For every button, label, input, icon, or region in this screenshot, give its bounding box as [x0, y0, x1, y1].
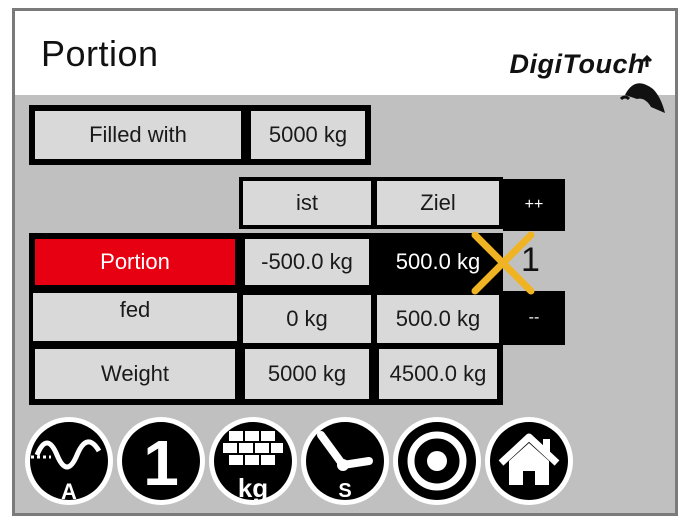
- hand-touch-icon: [619, 55, 665, 113]
- decrease-button[interactable]: --: [503, 291, 565, 345]
- increase-button[interactable]: ++: [503, 179, 565, 231]
- row-weight-ziel: 4500.0 kg: [373, 343, 503, 405]
- row-fed-label-text: fed: [119, 297, 151, 322]
- page-title: Portion: [41, 33, 159, 74]
- col-header-ziel: Ziel: [373, 177, 503, 229]
- weight-bales-icon[interactable]: kg: [207, 415, 299, 507]
- bottom-icon-bar: A 1 kg S: [23, 415, 583, 511]
- curve-mode-icon[interactable]: A: [23, 415, 115, 507]
- row-portion-label[interactable]: Portion: [29, 233, 241, 291]
- filled-with-value[interactable]: 5000 kg: [245, 105, 371, 165]
- hmi-screen: Portion DigiTouch Filled with 5000 kg is…: [12, 8, 678, 516]
- row-portion-ist: -500.0 kg: [239, 233, 375, 291]
- row-fed-ziel-text: 500.0 kg: [395, 306, 481, 331]
- target-icon[interactable]: [391, 415, 483, 507]
- col-header-ist-text: ist: [296, 190, 318, 215]
- program-one-number: 1: [143, 427, 179, 499]
- row-fed-ist-text: 0 kg: [286, 306, 328, 331]
- row-weight-ist: 5000 kg: [239, 343, 375, 405]
- row-fed-ziel: 500.0 kg: [373, 291, 503, 347]
- program-one-icon[interactable]: 1: [115, 415, 207, 507]
- row-fed-label: fed: [29, 289, 241, 345]
- header: Portion DigiTouch: [15, 11, 675, 113]
- digitouch-logo: DigiTouch: [467, 37, 667, 117]
- col-header-ist: ist: [239, 177, 375, 229]
- row-weight-ist-text: 5000 kg: [267, 361, 347, 386]
- filled-with-label: Filled with: [29, 105, 247, 165]
- row-weight-label: Weight: [29, 343, 241, 405]
- home-icon[interactable]: [483, 415, 575, 507]
- row-weight-ziel-text: 4500.0 kg: [389, 361, 487, 386]
- filled-with-value-text: 5000 kg: [268, 122, 348, 147]
- filled-with-label-text: Filled with: [89, 122, 187, 147]
- timer-letter: S: [338, 480, 351, 502]
- row-weight-label-text: Weight: [100, 361, 170, 386]
- row-portion-label-text: Portion: [100, 249, 170, 274]
- increase-button-label: ++: [524, 196, 544, 213]
- row-portion-ist-text: -500.0 kg: [261, 249, 353, 274]
- col-header-ziel-text: Ziel: [420, 190, 456, 215]
- decrease-button-label: --: [528, 309, 540, 326]
- row-fed-ist: 0 kg: [239, 291, 375, 347]
- cross-mark-icon: [471, 231, 535, 295]
- curve-mode-letter: A: [61, 479, 77, 504]
- timer-icon[interactable]: S: [299, 415, 391, 507]
- weight-bales-unit: kg: [238, 473, 268, 503]
